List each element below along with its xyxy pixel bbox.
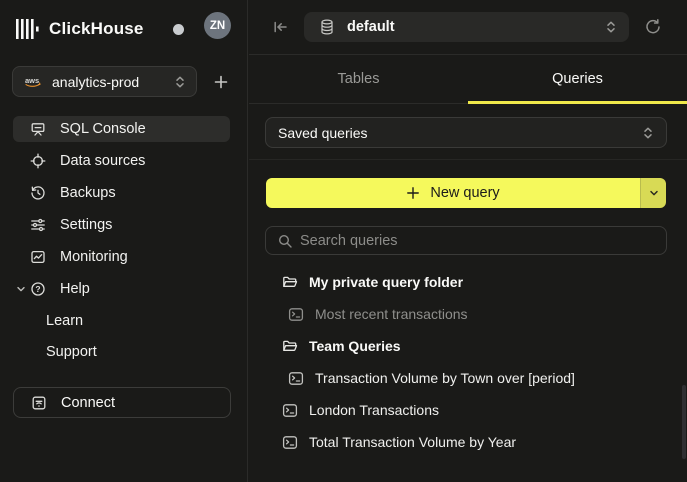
query-terminal-icon [282,435,298,450]
add-service-button[interactable] [213,74,229,90]
sql-console-icon [30,121,46,137]
tree-folder-my-private[interactable]: My private query folder [265,266,679,298]
new-query-label: New query [430,185,499,201]
chevron-updown-icon [605,20,617,34]
brand-row: ClickHouse ZN [14,13,235,45]
sidebar-nav: SQL Console Data sources [13,116,230,365]
connect-icon [31,395,47,411]
queries-panel: default Tables Queries Saved queries [249,0,687,482]
query-terminal-icon [282,403,298,418]
tree-item-label: Transaction Volume by Town over [period] [315,370,575,386]
workspace-selector[interactable]: aws analytics-prod [12,66,197,97]
sidebar-subitem-support[interactable]: Support [13,339,230,365]
collapse-sidebar-icon[interactable] [271,18,289,36]
search-icon [278,234,292,248]
tab-tables[interactable]: Tables [249,55,468,103]
scrollbar-thumb[interactable] [682,385,686,459]
sidebar-item-label: SQL Console [60,121,146,137]
plus-icon [406,186,420,200]
svg-text:aws: aws [25,76,39,85]
query-terminal-icon [288,307,304,322]
saved-queries-selector-value: Saved queries [278,125,642,141]
sidebar-item-settings[interactable]: Settings [13,212,230,238]
svg-text:?: ? [35,284,40,294]
sidebar-item-label: Data sources [60,153,145,169]
tree-query-transaction-volume-town[interactable]: Transaction Volume by Town over [period] [265,362,679,394]
chevron-updown-icon [174,75,186,89]
tab-queries[interactable]: Queries [468,55,687,103]
status-dot [173,24,184,35]
saved-queries-selector[interactable]: Saved queries [265,117,667,148]
settings-icon [30,217,46,233]
new-query-split-button: New query [266,178,666,208]
tree-item-label: Most recent transactions [315,306,468,322]
brand-name: ClickHouse [49,19,144,39]
topbar: default [249,0,687,55]
tree-folder-team-queries[interactable]: Team Queries [265,330,679,362]
database-selector-value: default [347,19,605,35]
help-icon: ? [30,281,46,297]
section-divider [249,159,687,160]
tree-item-label: Team Queries [309,338,401,354]
query-tree: My private query folder Most recent tran… [265,266,679,458]
aws-icon: aws [25,76,42,88]
tree-query-most-recent[interactable]: Most recent transactions [265,298,679,330]
chevron-updown-icon [642,126,654,140]
data-sources-icon [30,153,46,169]
new-query-button[interactable]: New query [266,178,640,208]
tree-item-label: My private query folder [309,274,463,290]
app-window: ClickHouse ZN aws analytics-prod [0,0,687,482]
connect-button-label: Connect [61,395,115,411]
sidebar-item-label: Backups [60,185,116,201]
backups-icon [30,185,46,201]
sidebar: ClickHouse ZN aws analytics-prod [0,0,248,482]
tree-item-label: Total Transaction Volume by Year [309,434,516,450]
tree-item-label: London Transactions [309,402,439,418]
tree-query-total-transaction-volume[interactable]: Total Transaction Volume by Year [265,426,679,458]
tree-query-london-transactions[interactable]: London Transactions [265,394,679,426]
folder-open-icon [282,338,298,354]
chevron-down-icon [649,188,659,198]
search-queries-input[interactable] [300,233,656,249]
sidebar-item-sql-console[interactable]: SQL Console [13,116,230,142]
sidebar-item-label: Monitoring [60,249,128,265]
query-terminal-icon [288,371,304,386]
database-icon [320,19,334,35]
refresh-icon[interactable] [644,18,662,36]
search-box [265,226,667,255]
tab-bar: Tables Queries [249,55,687,104]
avatar[interactable]: ZN [204,12,231,39]
connect-button[interactable]: Connect [13,387,231,418]
sidebar-item-help[interactable]: ? Help [13,276,230,302]
workspace-name: analytics-prod [52,74,166,90]
sidebar-subitem-label: Support [46,344,97,360]
sidebar-item-monitoring[interactable]: Monitoring [13,244,230,270]
clickhouse-logo-icon [14,16,40,42]
chevron-down-icon [16,284,26,294]
new-query-dropdown-button[interactable] [640,178,666,208]
sidebar-item-backups[interactable]: Backups [13,180,230,206]
monitoring-icon [30,249,46,265]
sidebar-subitem-label: Learn [46,313,83,329]
sidebar-item-label: Settings [60,217,112,233]
sidebar-subitem-learn[interactable]: Learn [13,308,230,334]
folder-open-icon [282,274,298,290]
database-selector[interactable]: default [304,12,629,42]
workspace-row: aws analytics-prod [12,66,235,97]
sidebar-item-label: Help [60,281,90,297]
sidebar-item-data-sources[interactable]: Data sources [13,148,230,174]
